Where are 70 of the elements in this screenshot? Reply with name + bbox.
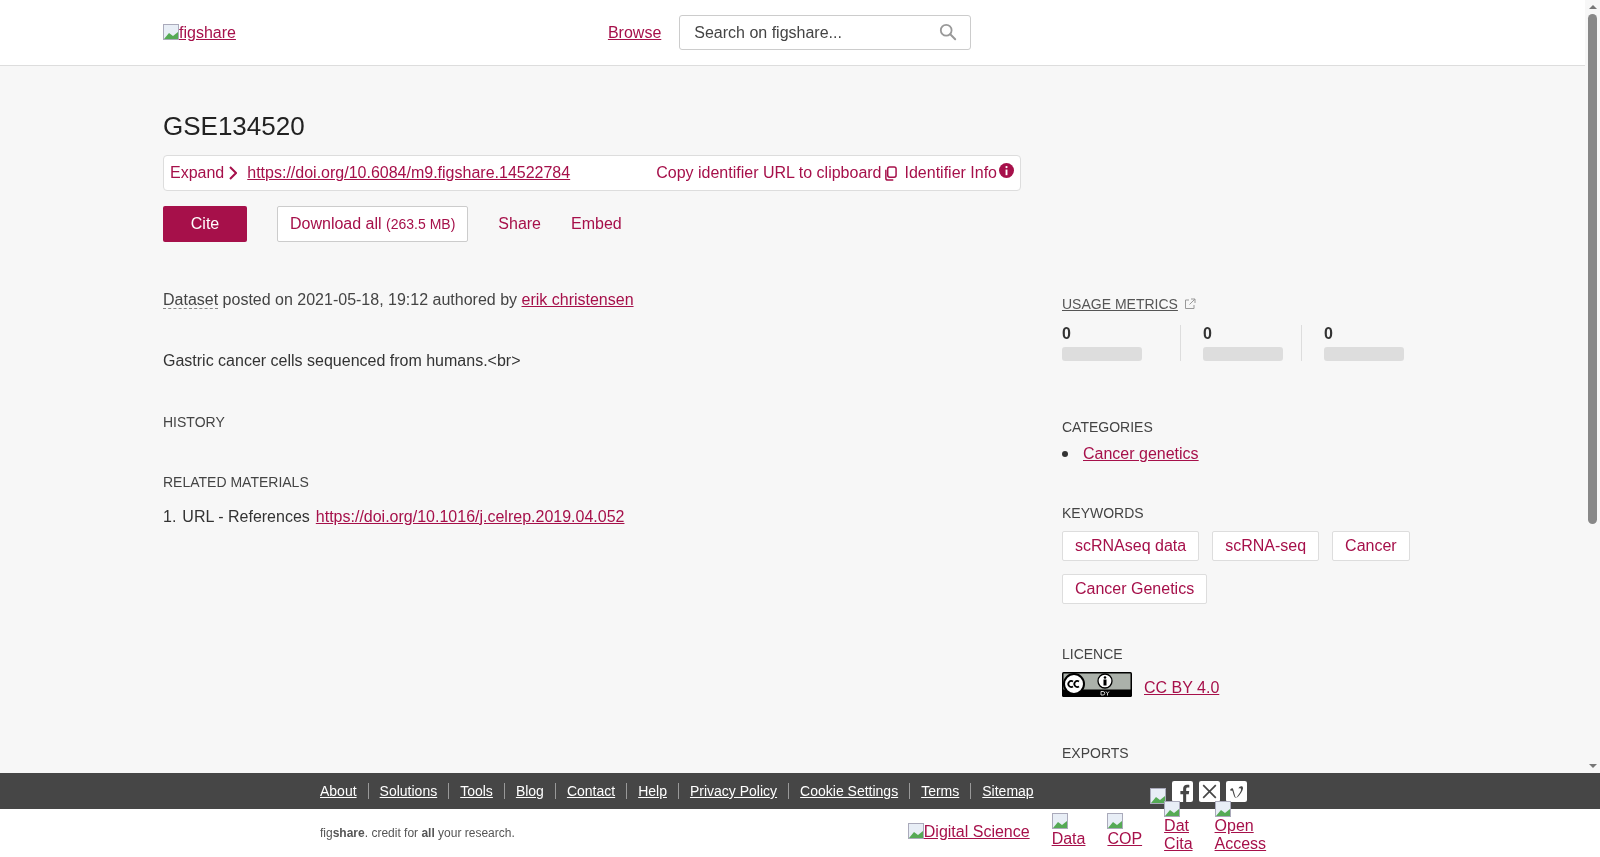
keyword-tag[interactable]: scRNA-seq xyxy=(1212,531,1320,561)
footer-link[interactable]: Privacy Policy xyxy=(677,783,789,799)
facebook-icon[interactable] xyxy=(1171,780,1193,802)
usage-metrics-link[interactable]: USAGE METRICS xyxy=(1062,296,1178,312)
licence-link[interactable]: CC BY 4.0 xyxy=(1144,679,1220,697)
cite-button[interactable]: Cite xyxy=(163,206,247,242)
footer-link[interactable]: Tools xyxy=(448,783,504,799)
keyword-tag[interactable]: scRNAseq data xyxy=(1062,531,1200,561)
search-field[interactable]: Search on figshare... xyxy=(679,15,972,50)
share-button[interactable]: Share xyxy=(498,215,541,233)
broken-image-icon xyxy=(163,23,179,40)
section-heading: KEYWORDS xyxy=(1062,505,1145,521)
reference-label: URL - References xyxy=(182,508,310,526)
metric-value: 0 xyxy=(1324,325,1334,343)
copy-icon xyxy=(883,165,897,181)
footer-link[interactable]: Solutions xyxy=(367,783,449,799)
partner-link[interactable]: COP xyxy=(1107,813,1143,849)
broken-image-icon xyxy=(907,823,924,839)
metric-value: 0 xyxy=(1202,325,1213,343)
scroll-down-icon[interactable] xyxy=(1587,763,1598,769)
footer-link[interactable]: Help xyxy=(626,783,678,799)
download-button[interactable]: Download all (263.5 MB) xyxy=(277,206,469,242)
footer-link[interactable]: Contact xyxy=(554,783,627,799)
browse-link[interactable]: Browse xyxy=(607,23,662,42)
category-link[interactable]: Cancer genetics xyxy=(1083,445,1199,463)
broken-image-icon xyxy=(1214,801,1231,817)
metric-value: 0 xyxy=(1062,325,1072,343)
section-heading: CATEGORIES xyxy=(1062,419,1154,435)
keyword-tag[interactable]: Cancer xyxy=(1332,531,1410,561)
item-type: Dataset xyxy=(163,291,219,309)
cc-by-badge-icon xyxy=(1062,672,1132,697)
section-heading: EXPORTS xyxy=(1062,745,1130,761)
external-link-icon xyxy=(1183,298,1196,310)
reference-link[interactable]: https://doi.org/10.1016/j.celrep.2019.04.052 xyxy=(315,508,625,526)
broken-image-icon xyxy=(1107,813,1124,829)
doi-link[interactable]: https://doi.org/10.6084/m9.figshare.14522784 xyxy=(247,164,571,182)
bullet-icon xyxy=(1062,451,1068,457)
logo-link[interactable]: figshare xyxy=(163,23,236,42)
dataset-title: GSE134520 xyxy=(163,111,306,142)
section-heading: RELATED MATERIALS xyxy=(163,474,310,490)
description: Gastric cancer cells sequenced from humans.<br> xyxy=(163,352,522,370)
embed-button[interactable]: Embed xyxy=(571,215,622,233)
footer-link[interactable]: Cookie Settings xyxy=(788,783,910,799)
broken-image-icon xyxy=(1164,801,1181,817)
vimeo-icon[interactable] xyxy=(1225,780,1247,802)
keyword-tag[interactable]: Cancer Genetics xyxy=(1062,574,1208,604)
author-link[interactable]: erik christensen xyxy=(521,291,634,308)
broken-image-icon xyxy=(1149,788,1166,804)
partner-link[interactable]: Dat Cita xyxy=(1164,801,1193,853)
info-icon xyxy=(999,162,1014,178)
partner-link[interactable]: Data xyxy=(1051,813,1086,849)
section-heading: HISTORY xyxy=(163,414,226,430)
expand-link[interactable]: Expand xyxy=(170,164,238,182)
chevron-right-icon xyxy=(229,166,238,180)
partner-link[interactable]: Open Access xyxy=(1214,801,1267,853)
identifier-info-link[interactable]: Identifier Info xyxy=(904,164,1014,182)
x-icon[interactable] xyxy=(1198,780,1220,802)
footer-link[interactable]: Sitemap xyxy=(970,783,1045,799)
scroll-up-icon[interactable] xyxy=(1587,4,1598,10)
partner-link[interactable]: Digital Science xyxy=(907,823,1030,841)
footer-link[interactable]: About xyxy=(320,783,368,799)
search-icon[interactable] xyxy=(939,23,958,41)
footer-link[interactable]: Blog xyxy=(503,783,555,799)
section-heading: LICENCE xyxy=(1062,646,1124,662)
tagline: figshare. credit for all your research. xyxy=(320,826,515,840)
list-number: 1. xyxy=(163,508,177,526)
footer-link[interactable]: Terms xyxy=(909,783,971,799)
copy-link[interactable]: Copy identifier URL to clipboard xyxy=(656,164,897,182)
broken-image-icon xyxy=(1051,813,1068,829)
posted-text: posted on 2021-05-18, 19:12 authored by xyxy=(222,291,518,308)
